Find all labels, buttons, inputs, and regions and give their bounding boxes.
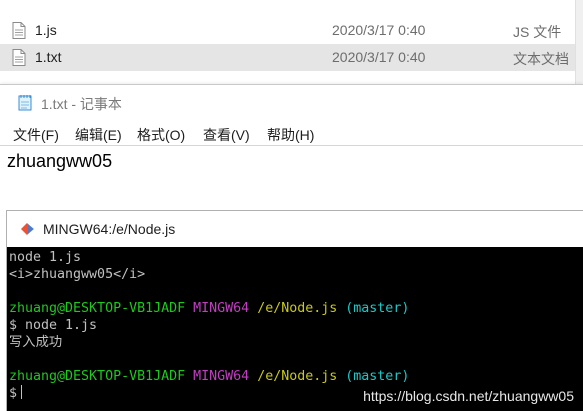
menu-edit[interactable]: 编辑(E) — [75, 125, 122, 145]
terminal-titlebar[interactable]: MINGW64:/e/Node.js — [7, 211, 583, 247]
terminal-prompt-line: zhuang@DESKTOP-VB1JADF MINGW64 /e/Node.j… — [9, 368, 409, 385]
terminal-output[interactable]: node 1.js <i>zhuangww05</i> zhuang@DESKT… — [7, 247, 583, 411]
file-type: JS 文件 — [513, 24, 562, 40]
document-icon — [12, 22, 26, 39]
file-type: 文本文档 — [513, 51, 569, 67]
terminal-line: <i>zhuangww05</i> — [9, 267, 146, 282]
notepad-title: 1.txt - 记事本 — [41, 96, 122, 112]
notepad-menubar: 文件(F) 编辑(E) 格式(O) 查看(V) 帮助(H) — [0, 119, 583, 145]
menu-file[interactable]: 文件(F) — [13, 125, 59, 145]
file-name: 1.js — [35, 22, 57, 38]
file-row-txt[interactable]: 1.txt 2020/3/17 0:40 文本文档 — [0, 44, 575, 71]
watermark: https://blog.csdn.net/zhuangww05 — [363, 387, 574, 404]
text-cursor — [21, 385, 23, 399]
prompt-branch: (master) — [345, 369, 410, 384]
file-name: 1.txt — [35, 49, 62, 65]
text-document-icon — [12, 49, 26, 66]
terminal-prompt-line: zhuang@DESKTOP-VB1JADF MINGW64 /e/Node.j… — [9, 300, 409, 317]
prompt-symbol: $ — [9, 386, 18, 401]
terminal-line: $ node 1.js — [9, 318, 98, 333]
notepad-editor[interactable]: zhuangww05 — [0, 145, 583, 216]
prompt-path: /e/Node.js — [257, 369, 338, 384]
terminal-line: node 1.js — [9, 250, 82, 265]
notepad-content: zhuangww05 — [7, 151, 113, 171]
prompt-branch: (master) — [345, 301, 410, 316]
file-date: 2020/3/17 0:40 — [332, 22, 426, 38]
prompt-path: /e/Node.js — [257, 301, 338, 316]
terminal-input-line[interactable]: $ — [9, 385, 23, 402]
prompt-env: MINGW64 — [193, 369, 250, 384]
terminal-title: MINGW64:/e/Node.js — [43, 221, 176, 237]
file-row-js[interactable]: 1.js 2020/3/17 0:40 JS 文件 — [0, 17, 575, 44]
terminal-window: MINGW64:/e/Node.js node 1.js <i>zhuangww… — [6, 210, 583, 411]
terminal-line: 写入成功 — [9, 335, 63, 350]
explorer-scrollbar[interactable] — [575, 0, 583, 85]
file-date: 2020/3/17 0:40 — [332, 49, 426, 65]
menu-format[interactable]: 格式(O) — [137, 125, 185, 145]
menu-view[interactable]: 查看(V) — [203, 125, 250, 145]
prompt-env: MINGW64 — [193, 301, 250, 316]
git-bash-icon — [21, 223, 34, 235]
notepad-icon — [18, 95, 32, 111]
notepad-titlebar[interactable]: 1.txt - 记事本 — [0, 85, 583, 119]
file-explorer: 1.js 2020/3/17 0:40 JS 文件 1.txt 2020/3/1… — [0, 0, 583, 90]
menu-help[interactable]: 帮助(H) — [267, 125, 314, 145]
prompt-user: zhuang@DESKTOP-VB1JADF — [9, 369, 186, 384]
notepad-window: 1.txt - 记事本 文件(F) 编辑(E) 格式(O) 查看(V) 帮助(H… — [0, 84, 583, 215]
prompt-user: zhuang@DESKTOP-VB1JADF — [9, 301, 186, 316]
